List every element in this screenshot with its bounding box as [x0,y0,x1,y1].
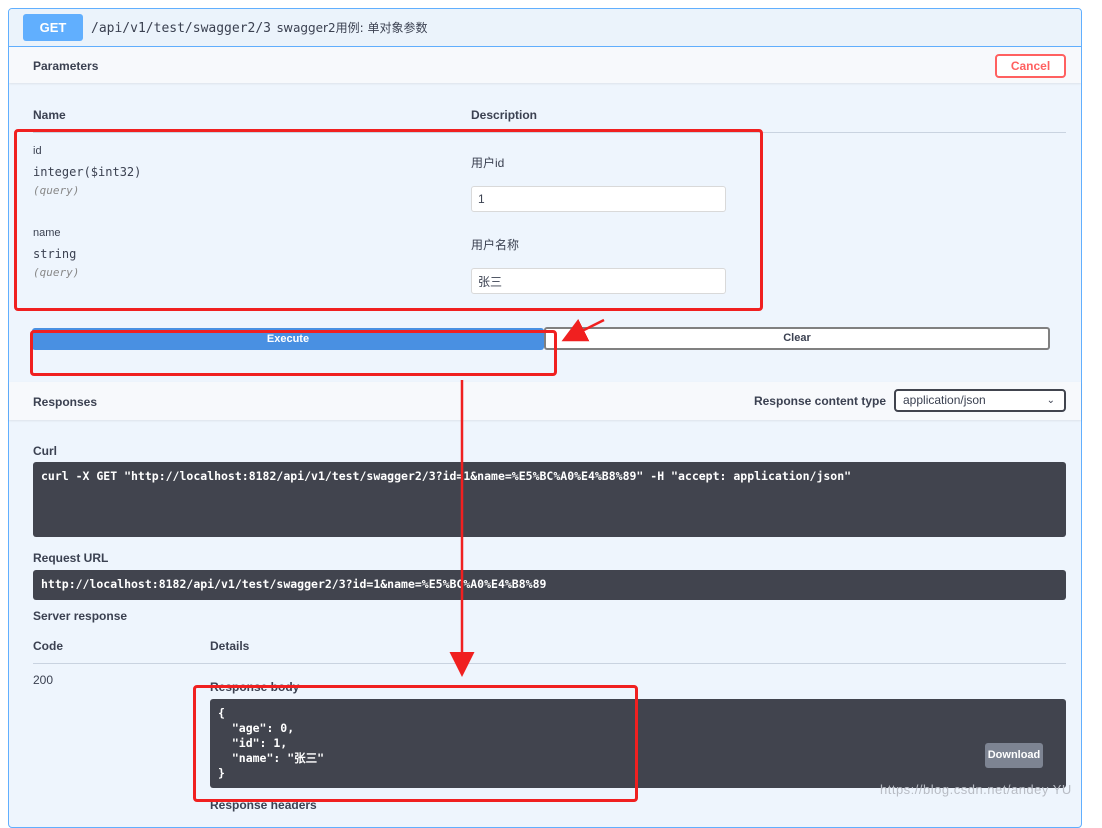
request-url-code[interactable]: http://localhost:8182/api/v1/test/swagge… [33,570,1066,600]
description-column-header: Description [471,108,538,122]
parameters-header: Parameters Cancel [9,47,1081,83]
method-badge: GET [23,14,83,41]
parameters-title: Parameters [33,59,99,73]
endpoint-description: swagger2用例: 单对象参数 [277,21,428,35]
responses-title: Responses [33,395,98,409]
download-button[interactable]: Download [985,743,1043,768]
annotation-execute-box [30,330,557,376]
endpoint-path-text: /api/v1/test/swagger2/3 [91,21,272,36]
cancel-button[interactable]: Cancel [995,54,1066,78]
response-content-type-value: application/json [903,393,986,407]
response-content-type-select[interactable]: application/json ⌄ [894,389,1066,412]
endpoint-path: /api/v1/test/swagger2/3 swagger2用例: 单对象参数 [91,19,427,36]
response-code: 200 [33,673,54,687]
request-url-label: Request URL [33,551,109,565]
code-column-header: Code [33,639,63,653]
server-response-label: Server response [33,609,128,623]
clear-button[interactable]: Clear [544,327,1050,350]
chevron-down-icon: ⌄ [1046,395,1055,406]
responses-header: Responses Response content type applicat… [9,382,1081,420]
watermark-text: https://blog.csdn.net/andey YU [880,782,1072,797]
annotation-parameters-box [14,129,763,311]
curl-code[interactable]: curl -X GET "http://localhost:8182/api/v… [33,462,1066,537]
details-column-header: Details [210,639,250,653]
name-column-header: Name [33,108,66,122]
operation-summary[interactable]: GET /api/v1/test/swagger2/3 swagger2用例: 单… [9,9,1081,47]
annotation-response-box [193,685,638,802]
response-divider [33,663,1066,664]
curl-label: Curl [33,444,57,458]
response-content-type-label: Response content type [753,394,886,408]
